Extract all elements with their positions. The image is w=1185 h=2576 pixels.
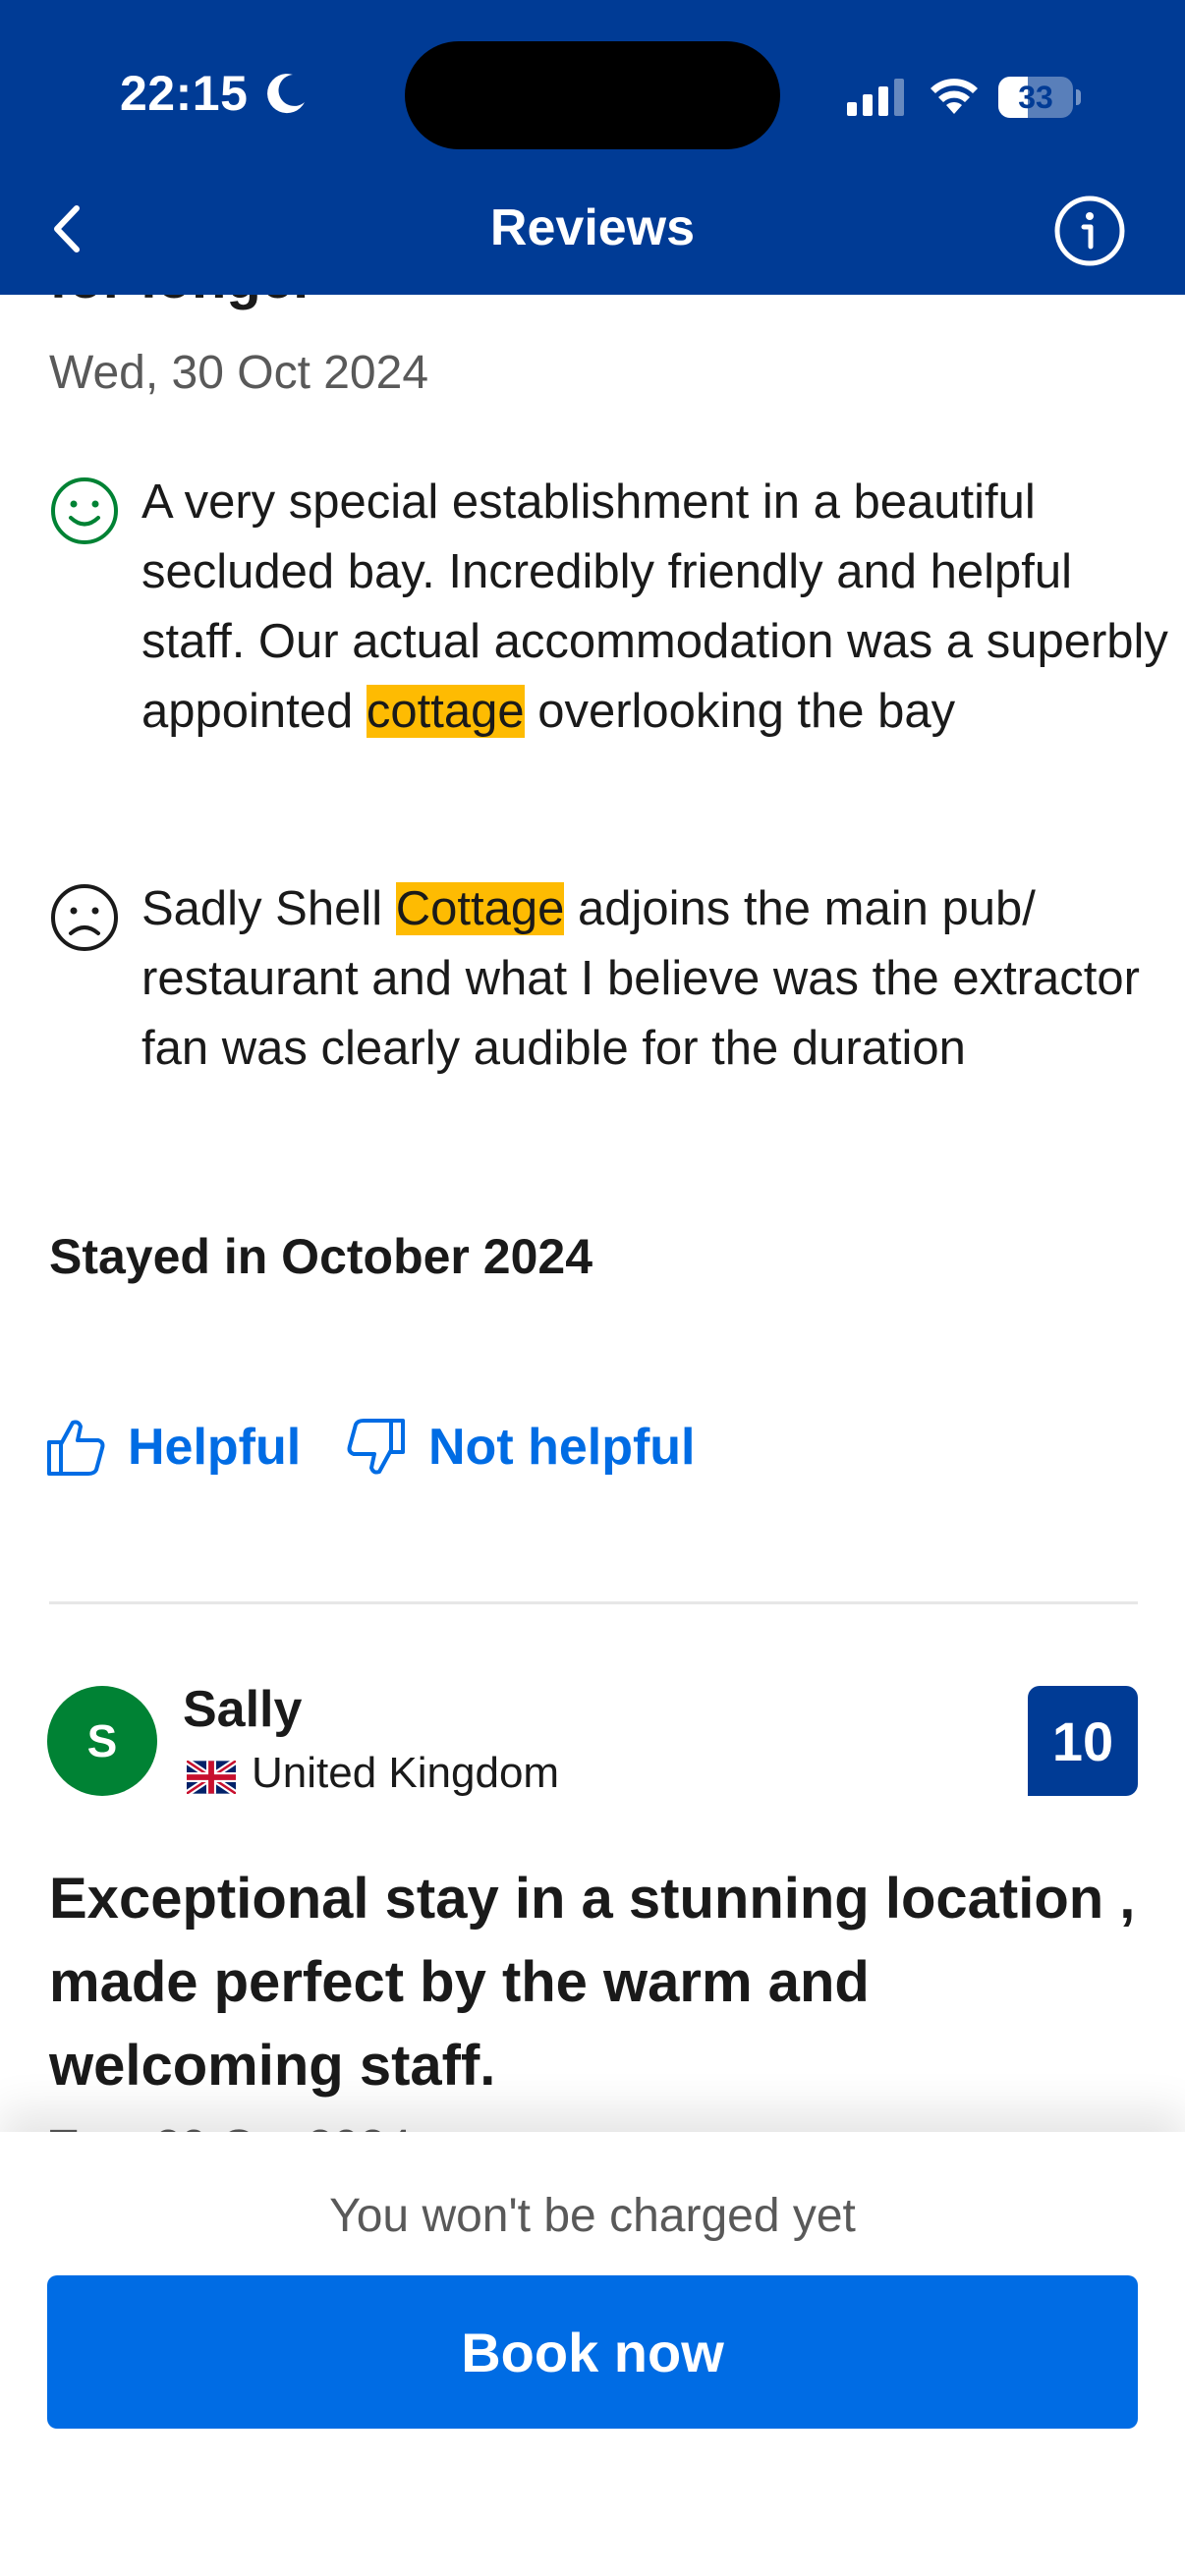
helpful-button[interactable]: Helpful <box>43 1413 301 1482</box>
avatar: S <box>47 1686 157 1796</box>
keyword-highlight: Cottage <box>395 882 565 935</box>
keyword-highlight: cottage <box>366 685 525 738</box>
cellular-signal-icon <box>847 79 904 116</box>
app-header: 22:15 33 Reviews <box>0 0 1185 295</box>
reviewer-name: Sally <box>183 1681 303 1738</box>
battery-percent: 33 <box>1018 80 1053 115</box>
charge-note: You won't be charged yet <box>329 2190 856 2242</box>
dynamic-island <box>405 41 780 149</box>
wifi-icon <box>931 79 978 114</box>
booking-bar: You won't be charged yet Book now <box>0 2132 1185 2576</box>
review-score-badge: 10 <box>1028 1686 1138 1796</box>
stay-date: Stayed in October 2024 <box>49 1229 593 1284</box>
thumbs-down-icon <box>347 1419 405 1475</box>
frown-icon <box>51 884 118 951</box>
status-time: 22:15 <box>120 66 249 121</box>
page-title: Reviews <box>489 199 696 256</box>
not-helpful-label: Not helpful <box>428 1419 696 1476</box>
thumbs-up-icon <box>47 1420 105 1476</box>
moon-icon <box>267 74 305 114</box>
book-now-button[interactable]: Book now <box>47 2275 1138 2429</box>
info-button[interactable] <box>1053 195 1126 267</box>
review-date: Tue, 29 Oct 2024 <box>49 2120 412 2132</box>
smiley-icon <box>51 477 118 544</box>
reviews-list[interactable]: for longer Wed, 30 Oct 2024 A very speci… <box>0 295 1185 2132</box>
helpful-label: Helpful <box>128 1419 302 1476</box>
negative-comment-text: Sadly Shell Cottage adjoins the main pub… <box>141 882 1140 1075</box>
reviewer-country: United Kingdom <box>252 1749 560 1797</box>
not-helpful-button[interactable]: Not helpful <box>344 1413 696 1482</box>
review-title: Exceptional stay in a stunning location … <box>49 1867 1136 2098</box>
uk-flag-icon <box>187 1761 236 1794</box>
review-date: Wed, 30 Oct 2024 <box>49 347 429 399</box>
positive-comment-text: A very special establishment in a beauti… <box>141 476 1168 738</box>
review-divider <box>49 1601 1138 1604</box>
review-title-fragment: for longer <box>49 295 315 311</box>
battery-indicator: 33 <box>998 77 1081 118</box>
